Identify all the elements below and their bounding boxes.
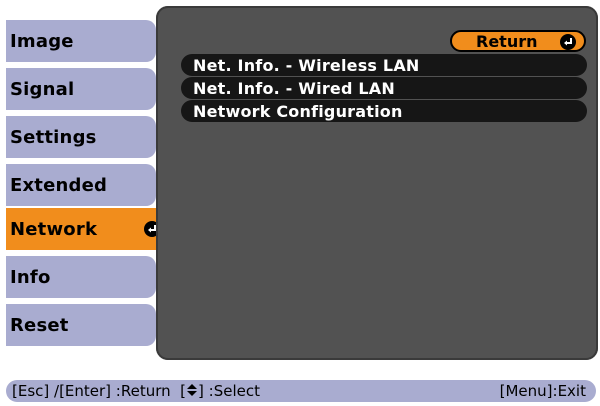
return-button[interactable]: Return [450, 30, 586, 52]
sidebar-item-label: Signal [10, 78, 75, 100]
sidebar-item-label: Info [10, 266, 51, 288]
return-label: Return [476, 31, 538, 51]
key-hint-left: [Esc] /[Enter] :Return [ ] :Select [12, 382, 260, 401]
key-hint-return: [Esc] /[Enter] :Return [ [12, 382, 187, 400]
up-down-arrows-icon [186, 383, 198, 401]
projector-menu-screen: Image Signal Settings Extended Network I… [0, 0, 600, 406]
menu-item-label: Net. Info. - Wired LAN [193, 78, 395, 98]
sidebar-item-label: Extended [10, 174, 108, 196]
key-hint-bar: [Esc] /[Enter] :Return [ ] :Select [Menu]… [6, 380, 596, 402]
key-hint-select: ] :Select [198, 382, 260, 400]
sidebar-item-network[interactable]: Network [6, 208, 168, 250]
menu-item-label: Network Configuration [193, 101, 403, 121]
sidebar-item-settings[interactable]: Settings [6, 116, 156, 158]
sidebar-item-label: Settings [10, 126, 97, 148]
sidebar-item-signal[interactable]: Signal [6, 68, 156, 110]
sidebar-item-reset[interactable]: Reset [6, 304, 156, 346]
sidebar-item-label: Image [10, 30, 74, 52]
sidebar-menu: Image Signal Settings Extended Network I… [6, 14, 168, 374]
key-hint-exit: [Menu]:Exit [499, 382, 586, 400]
sidebar-item-info[interactable]: Info [6, 256, 156, 298]
menu-item-network-configuration[interactable]: Network Configuration [181, 100, 587, 122]
sidebar-item-label: Reset [10, 314, 69, 336]
sidebar-item-image[interactable]: Image [6, 20, 156, 62]
sidebar-item-extended[interactable]: Extended [6, 164, 156, 206]
sidebar-item-label: Network [10, 218, 98, 240]
menu-item-label: Net. Info. - Wireless LAN [193, 55, 420, 75]
menu-item-wired-lan-info[interactable]: Net. Info. - Wired LAN [181, 77, 587, 99]
enter-arrow-icon [560, 34, 576, 50]
menu-item-wireless-lan-info[interactable]: Net. Info. - Wireless LAN [181, 54, 587, 76]
